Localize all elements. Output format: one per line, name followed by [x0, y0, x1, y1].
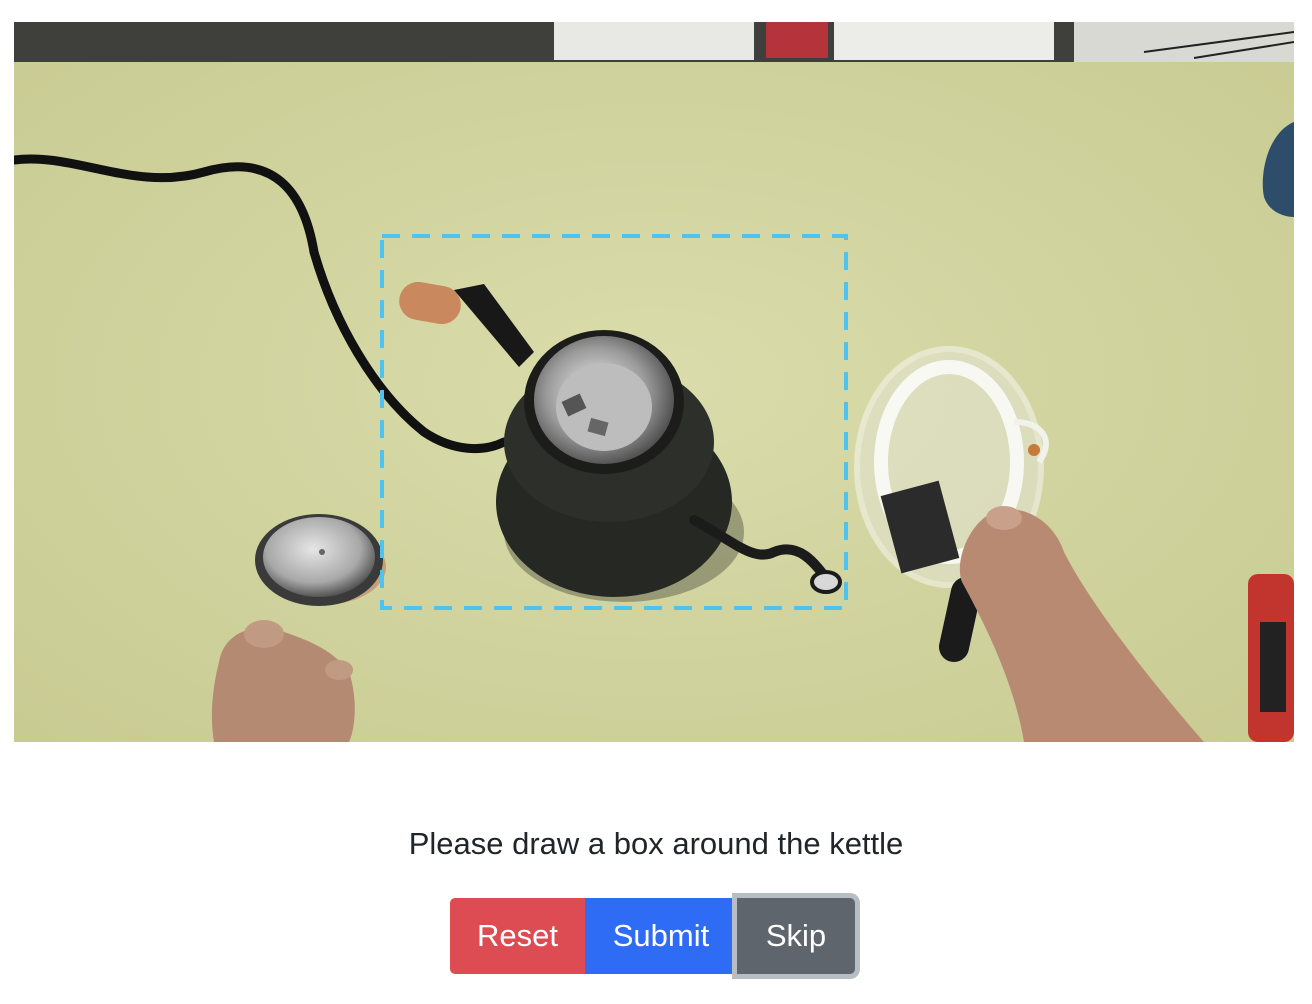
- annotation-image[interactable]: [14, 22, 1294, 742]
- submit-button[interactable]: Submit: [585, 898, 737, 974]
- instruction-text: Please draw a box around the kettle: [408, 826, 904, 861]
- skip-button[interactable]: Skip: [737, 898, 855, 974]
- action-button-group: Reset Submit Skip: [450, 898, 855, 974]
- reset-button[interactable]: Reset: [450, 898, 585, 974]
- thermometer-icon: [1248, 574, 1294, 742]
- background-wall: [14, 22, 1294, 62]
